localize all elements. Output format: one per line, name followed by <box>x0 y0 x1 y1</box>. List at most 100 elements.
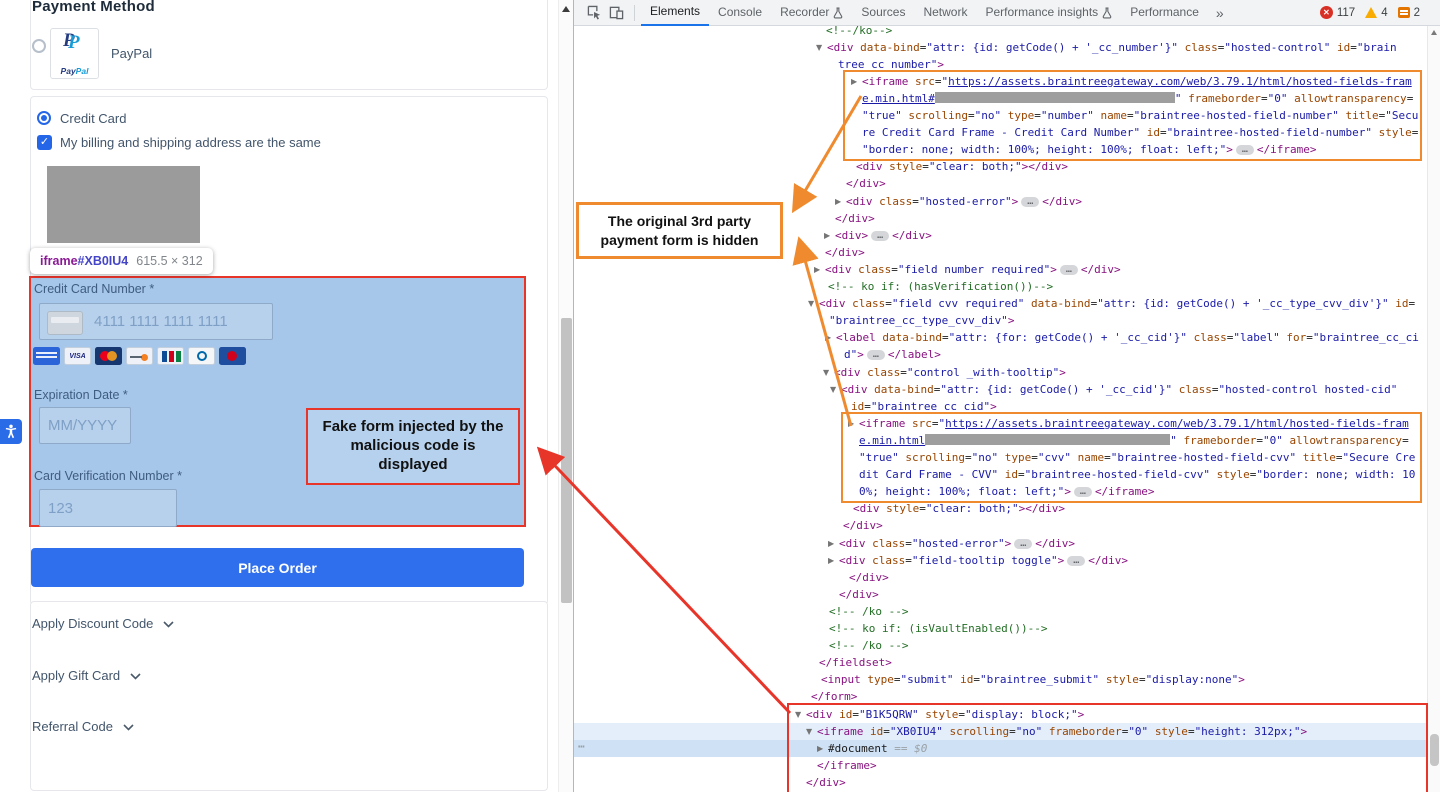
billing-address-checkbox[interactable]: ✓ <box>37 135 52 150</box>
code-line[interactable]: ▼<div id="B1K5QRW" style="display: block… <box>806 706 1084 723</box>
code-line[interactable]: ▶<div class="field-tooltip toggle">…</di… <box>839 552 1128 569</box>
code-line[interactable]: <!--/ko--> <box>826 22 892 39</box>
code-line[interactable]: </div> <box>825 244 865 261</box>
collapse-arrow-icon[interactable]: ▶ <box>848 415 854 432</box>
collapse-arrow-icon[interactable]: ▶ <box>825 329 831 346</box>
expand-arrow-icon[interactable]: ▼ <box>830 381 836 398</box>
code-line[interactable]: ▶<iframe src="https://assets.braintreega… <box>859 415 1409 432</box>
device-toolbar-icon[interactable] <box>606 3 626 23</box>
devtools-scrollbar[interactable] <box>1427 26 1440 792</box>
code-line[interactable]: <div style="clear: both;"></div> <box>856 158 1068 175</box>
expand-arrow-icon[interactable]: ▼ <box>808 295 814 312</box>
collapsed-content-ellipsis-icon[interactable]: … <box>1236 145 1254 155</box>
code-line[interactable]: re Credit Card Frame - Credit Card Numbe… <box>862 124 1418 141</box>
code-line[interactable]: dit Card Frame - CVV" id="braintree-host… <box>859 466 1415 483</box>
code-line[interactable]: d">…</label> <box>844 346 941 363</box>
expand-arrow-icon[interactable]: ▼ <box>795 706 801 723</box>
code-line[interactable]: ▶<div class="hosted-error">…</div> <box>839 535 1075 552</box>
code-token: scrolling <box>949 725 1009 738</box>
code-token: = <box>1188 725 1195 738</box>
code-line[interactable]: <!-- ko if: (hasVerification())--> <box>828 278 1053 295</box>
inspect-element-icon[interactable] <box>584 3 604 23</box>
code-token: class <box>858 263 891 276</box>
page-scrollbar[interactable] <box>558 0 573 792</box>
code-line[interactable]: </iframe> <box>817 757 877 774</box>
place-order-button[interactable]: Place Order <box>31 548 524 587</box>
code-line[interactable]: </div> <box>806 774 846 791</box>
collapse-arrow-icon[interactable]: ▶ <box>828 535 834 552</box>
section-toggle-apply-discount-code[interactable]: Apply Discount Code <box>32 616 174 631</box>
collapse-arrow-icon[interactable]: ▶ <box>828 552 834 569</box>
issues-badge[interactable]: 2 <box>1398 7 1420 19</box>
code-line[interactable]: ▼<div data-bind="attr: {id: getCode() + … <box>827 39 1397 56</box>
accessibility-widget-button[interactable] <box>0 419 22 444</box>
code-line[interactable]: </div> <box>843 517 883 534</box>
scrollbar-up-arrow-icon[interactable] <box>562 6 570 12</box>
code-line[interactable]: "border: none; width: 100%; height: 100%… <box>862 141 1316 158</box>
section-toggle-referral-code[interactable]: Referral Code <box>32 719 134 734</box>
code-line[interactable]: </form> <box>811 688 857 705</box>
errors-badge[interactable]: ✕117 <box>1320 6 1355 19</box>
more-tabs-button[interactable]: » <box>1208 5 1232 21</box>
collapsed-content-ellipsis-icon[interactable]: … <box>1074 487 1092 497</box>
warnings-badge[interactable]: 4 <box>1365 7 1387 19</box>
collapsed-content-ellipsis-icon[interactable]: … <box>1060 265 1078 275</box>
code-line[interactable]: ▶<iframe src="https://assets.braintreega… <box>862 73 1412 90</box>
code-line[interactable]: ▶<div class="field number required">…</d… <box>825 261 1121 278</box>
code-line[interactable]: </div> <box>839 586 879 603</box>
code-line[interactable]: </div> <box>835 210 875 227</box>
collapse-arrow-icon[interactable]: ▶ <box>814 261 820 278</box>
collapse-arrow-icon[interactable]: ▶ <box>851 73 857 90</box>
chevron-down-icon <box>163 621 174 628</box>
collapsed-content-ellipsis-icon[interactable]: … <box>871 231 889 241</box>
code-line[interactable]: tree_cc_number"> <box>838 56 944 73</box>
paypal-logo[interactable]: P P PayPal <box>50 28 99 79</box>
code-token: = <box>905 554 912 567</box>
expiration-input[interactable] <box>39 407 131 444</box>
code-line[interactable]: ▶#document == $0 <box>828 740 927 757</box>
devtools-scroll-up-icon[interactable] <box>1431 30 1437 35</box>
devtools-scrollbar-thumb[interactable] <box>1430 734 1439 766</box>
code-line[interactable]: e.min.html" frameborder="0" allowtranspa… <box>859 432 1409 449</box>
code-line[interactable]: <!-- ko if: (isVaultEnabled())--> <box>829 620 1048 637</box>
code-line[interactable]: ▼<div class="control _with-tooltip"> <box>834 364 1066 381</box>
code-line[interactable]: <!-- /ko --> <box>829 603 908 620</box>
code-line[interactable]: </fieldset> <box>819 654 892 671</box>
section-toggle-apply-gift-card[interactable]: Apply Gift Card <box>32 668 141 683</box>
code-line[interactable]: "true" scrolling="no" type="number" name… <box>862 107 1418 124</box>
collapsed-content-ellipsis-icon[interactable]: … <box>1014 539 1032 549</box>
code-line[interactable]: 0%; height: 100%; float: left;">…</ifram… <box>859 483 1155 500</box>
expand-arrow-icon[interactable]: ▼ <box>823 364 829 381</box>
code-line[interactable]: ▼<iframe id="XB0IU4" scrolling="no" fram… <box>817 723 1307 740</box>
code-line[interactable]: ▼<div class="field cvv required" data-bi… <box>819 295 1415 312</box>
code-token: = <box>1402 434 1409 447</box>
gutter-ellipsis-icon[interactable]: ⋯ <box>578 740 585 753</box>
code-line[interactable]: <div style="clear: both;"></div> <box>853 500 1065 517</box>
collapsed-content-ellipsis-icon[interactable]: … <box>1067 556 1085 566</box>
code-line[interactable]: e.min.html#" frameborder="0" allowtransp… <box>862 90 1413 107</box>
code-line[interactable]: id="braintree cc cid"> <box>851 398 997 415</box>
code-line[interactable]: <input type="submit" id="braintree_submi… <box>821 671 1245 688</box>
cvv-input[interactable] <box>39 489 177 527</box>
code-line[interactable]: </div> <box>849 569 889 586</box>
paypal-radio[interactable] <box>32 39 46 53</box>
code-line[interactable]: ▶<div class="hosted-error">…</div> <box>846 193 1082 210</box>
collapse-arrow-icon[interactable]: ▶ <box>824 227 830 244</box>
collapsed-content-ellipsis-icon[interactable]: … <box>1021 197 1039 207</box>
page-scrollbar-thumb[interactable] <box>561 318 572 603</box>
collapsed-content-ellipsis-icon[interactable]: … <box>867 350 885 360</box>
credit-card-radio[interactable] <box>37 111 51 125</box>
expand-arrow-icon[interactable]: ▼ <box>806 723 812 740</box>
code-token: "attr: {id: getCode() + '_cc_type_cvv_di… <box>1097 297 1388 310</box>
expand-arrow-icon[interactable]: ▼ <box>816 39 822 56</box>
code-line[interactable]: </div> <box>846 175 886 192</box>
collapse-arrow-icon[interactable]: ▶ <box>835 193 841 210</box>
code-line[interactable]: ▶<div>…</div> <box>835 227 932 244</box>
collapse-arrow-icon[interactable]: ▶ <box>817 740 823 757</box>
code-token: "braintree-hosted-field-cvv" <box>1025 468 1210 481</box>
code-line[interactable]: "true" scrolling="no" type="cvv" name="b… <box>859 449 1415 466</box>
code-line[interactable]: ▶<label data-bind="attr: {for: getCode()… <box>836 329 1419 346</box>
code-line[interactable]: <!-- /ko --> <box>829 637 908 654</box>
code-line[interactable]: "braintree_cc_type_cvv_div"> <box>829 312 1014 329</box>
code-line[interactable]: ▼<div data-bind="attr: {id: getCode() + … <box>841 381 1397 398</box>
